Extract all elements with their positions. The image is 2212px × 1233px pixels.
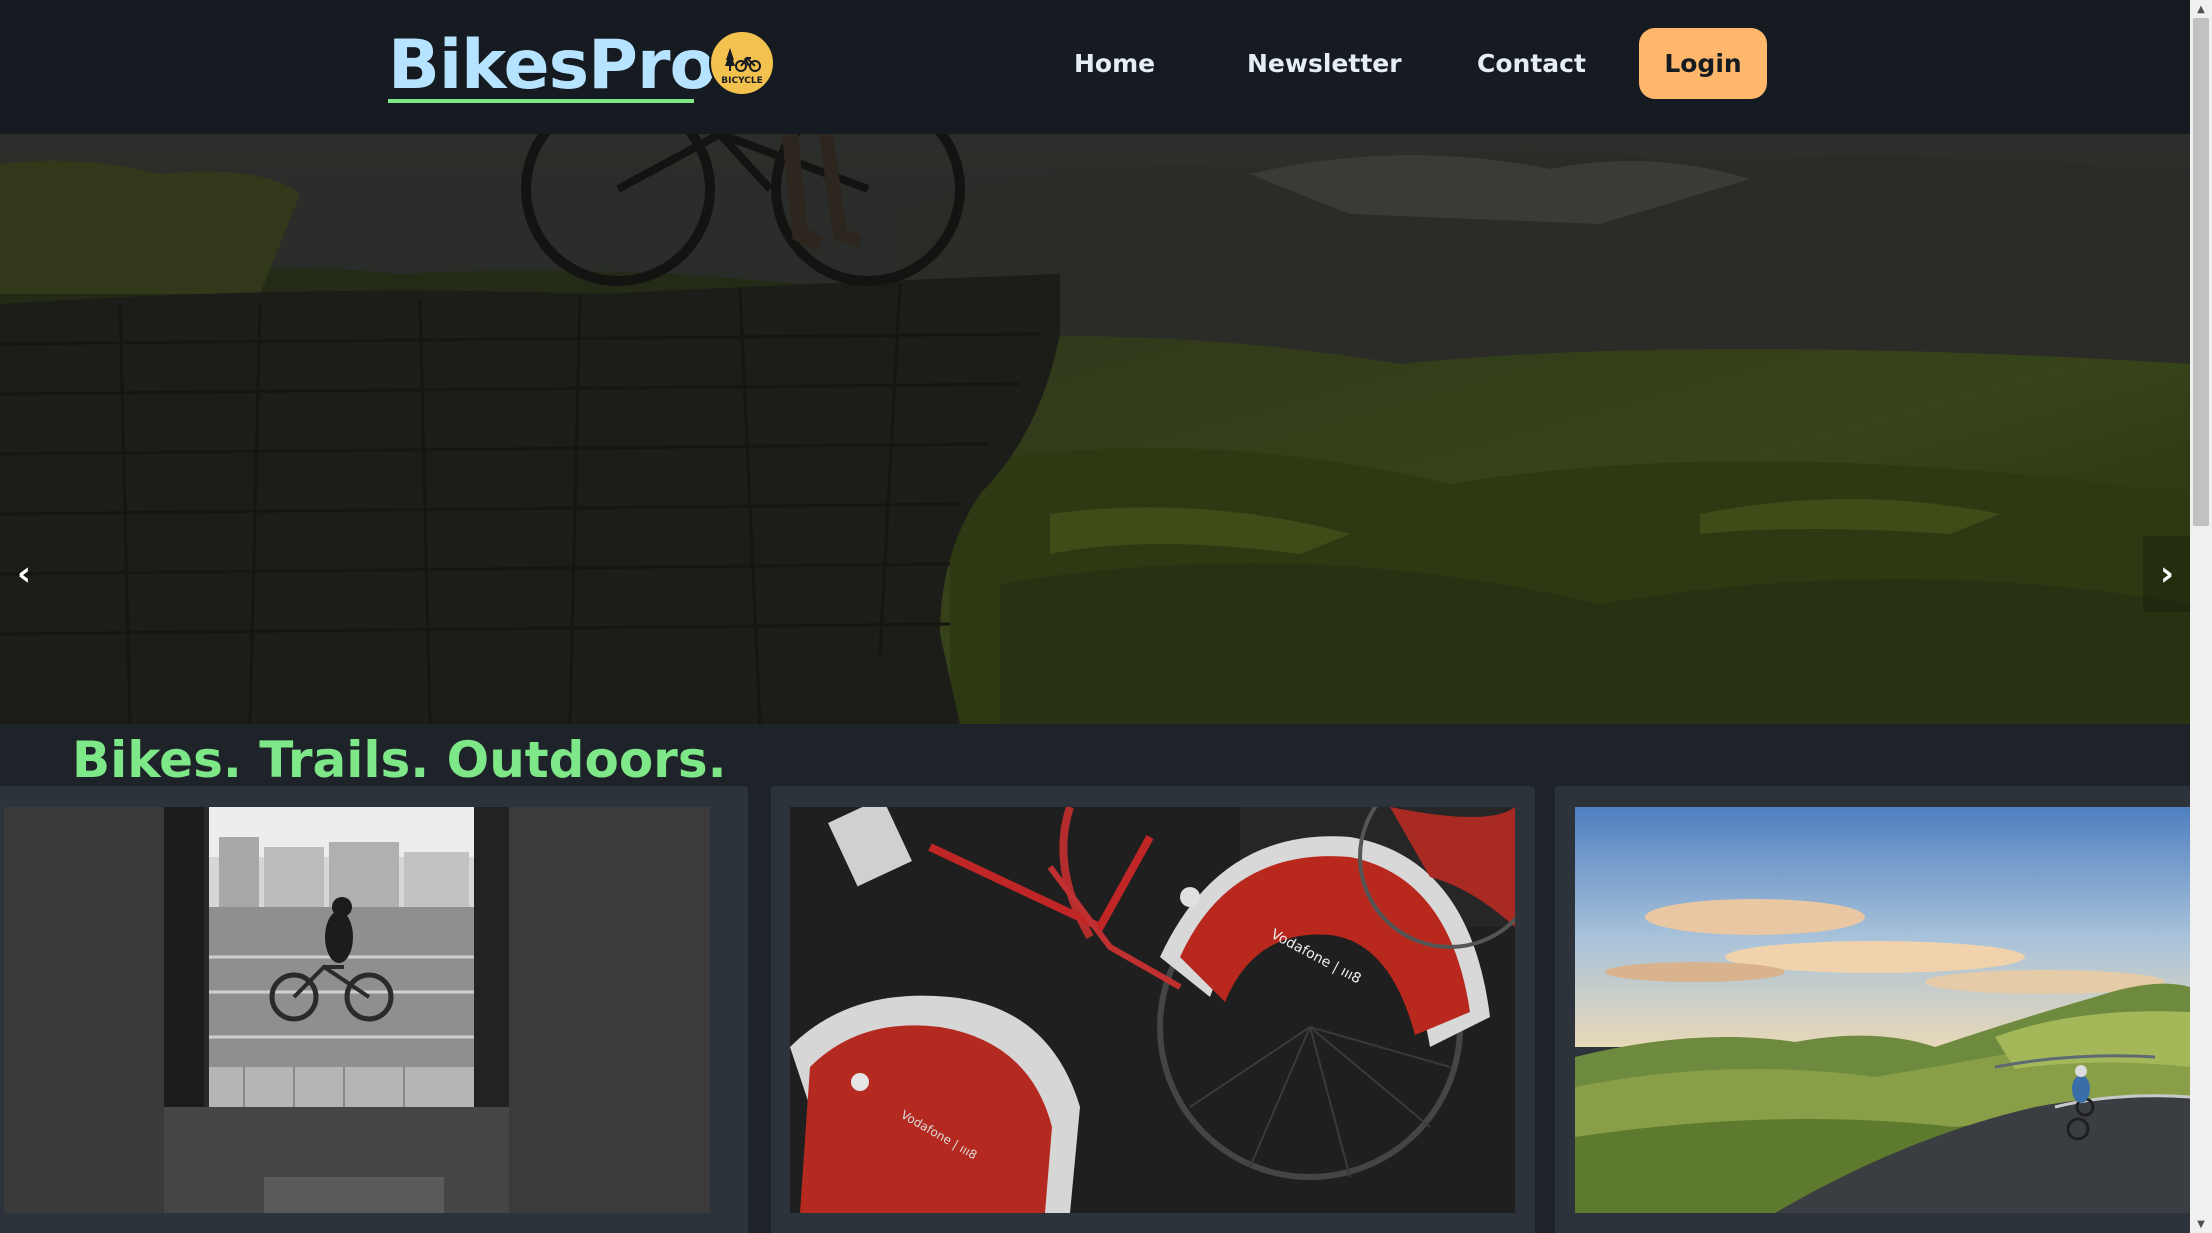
nav-contact[interactable]: Contact [1477, 28, 1586, 100]
nav-newsletter[interactable]: Newsletter [1247, 28, 1402, 100]
site-logo[interactable]: BikesPro [388, 26, 716, 106]
hero-mountain-cliff-photo [0, 134, 2190, 724]
login-button[interactable]: Login [1639, 28, 1767, 99]
page: BikesPro BICYCLE Home Newsletter Contact… [0, 0, 2190, 1233]
card-2-image[interactable]: Vodafone | ııı8 Vodafone | ııı8 [790, 807, 1515, 1213]
carousel-next-button[interactable]: › [2143, 536, 2190, 612]
nav-home[interactable]: Home [1074, 28, 1155, 100]
site-header: BikesPro BICYCLE Home Newsletter Contact… [0, 0, 2190, 134]
carousel-prev-button[interactable]: ‹ [0, 536, 48, 612]
cyclist-archway-photo [4, 807, 710, 1213]
card-2[interactable]: Vodafone | ııı8 Vodafone | ııı8 [771, 786, 1535, 1233]
bicycle-badge-icon: BICYCLE [709, 30, 775, 96]
logo-underline [388, 99, 694, 103]
hero-carousel: ‹ › [0, 134, 2190, 724]
scrollbar-thumb[interactable] [2193, 18, 2209, 526]
card-1-image[interactable] [4, 807, 710, 1213]
badge-text: BICYCLE [721, 76, 763, 86]
card-3-image[interactable] [1575, 807, 2190, 1213]
red-bike-fenders-photo: Vodafone | ııı8 Vodafone | ııı8 [790, 807, 1515, 1213]
mountain-road-cyclist-photo [1575, 807, 2190, 1213]
scroll-up-icon[interactable]: ▲ [2190, 0, 2212, 18]
tagline-heading: Bikes. Trails. Outdoors. [72, 731, 727, 789]
page-scrollbar[interactable]: ▲ ▼ [2190, 0, 2212, 1233]
scroll-down-icon[interactable]: ▼ [2190, 1215, 2212, 1233]
card-1[interactable] [0, 786, 748, 1233]
card-3[interactable] [1555, 786, 2190, 1233]
